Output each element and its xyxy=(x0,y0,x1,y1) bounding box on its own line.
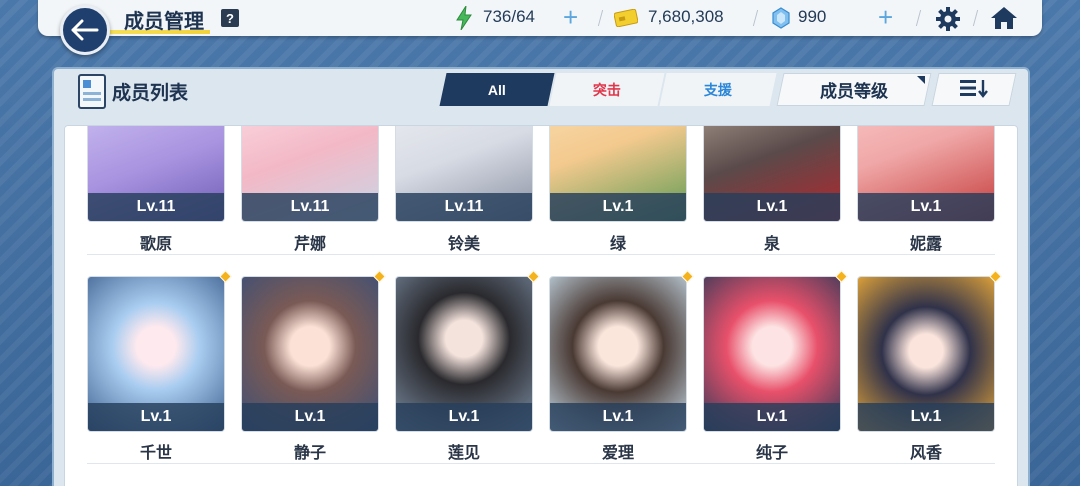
member-level: Lv.11 xyxy=(88,193,224,221)
member-level: Lv.11 xyxy=(242,193,378,221)
member-level: Lv.11 xyxy=(396,193,532,221)
member-name: 绿 xyxy=(609,236,626,253)
tab-support[interactable]: 支援 xyxy=(659,73,777,106)
add-gems-button[interactable]: + xyxy=(878,4,893,30)
member-card[interactable]: Lv.1 xyxy=(703,126,841,222)
gems-value: 990 xyxy=(798,7,827,26)
dropdown-indicator-icon xyxy=(917,76,925,84)
member-name: 莲见 xyxy=(447,445,480,462)
gear-icon[interactable] xyxy=(935,6,961,32)
lightning-icon xyxy=(456,6,472,30)
member-level: Lv.1 xyxy=(704,403,840,431)
member-card[interactable]: Lv.1 xyxy=(703,276,841,432)
member-name: 静子 xyxy=(293,445,326,462)
help-button[interactable]: ? xyxy=(221,9,239,27)
stamina-value: 736/64 xyxy=(483,7,535,26)
member-card[interactable]: Lv.1 xyxy=(857,276,995,432)
member-name: 歌原 xyxy=(139,236,172,253)
sort-descending-icon xyxy=(960,80,988,98)
member-card[interactable]: Lv.11 xyxy=(395,126,533,222)
member-name: 妮露 xyxy=(909,236,942,253)
tab-all[interactable]: All xyxy=(439,73,555,106)
member-name: 铃美 xyxy=(447,236,480,253)
sort-order-button[interactable] xyxy=(931,73,1017,106)
back-button[interactable] xyxy=(60,5,110,55)
credit-card-icon xyxy=(614,9,638,27)
member-card[interactable]: Lv.1 xyxy=(87,276,225,432)
tab-strike[interactable]: 突击 xyxy=(549,73,665,106)
member-card[interactable]: Lv.1 xyxy=(395,276,533,432)
member-name: 风香 xyxy=(909,445,942,462)
member-name: 泉 xyxy=(763,236,780,253)
member-name: 千世 xyxy=(139,445,172,462)
page-title: 成员管理 xyxy=(124,11,204,33)
row-divider xyxy=(87,463,995,464)
home-icon[interactable] xyxy=(990,5,1018,31)
member-name: 爱理 xyxy=(601,445,634,462)
member-level: Lv.1 xyxy=(88,403,224,431)
member-level: Lv.1 xyxy=(396,403,532,431)
sort-dropdown[interactable]: 成员等级 xyxy=(776,73,932,106)
member-name: 芹娜 xyxy=(293,236,326,253)
member-level: Lv.1 xyxy=(704,193,840,221)
member-level: Lv.1 xyxy=(550,193,686,221)
member-level: Lv.1 xyxy=(858,403,994,431)
gem-icon xyxy=(772,7,790,29)
member-card[interactable]: Lv.11 xyxy=(87,126,225,222)
member-level: Lv.1 xyxy=(858,193,994,221)
member-grid[interactable]: Lv.11 Lv.11 Lv.11 Lv.1 Lv.1 Lv.1 歌原 芹娜 铃 xyxy=(64,125,1018,486)
row-divider xyxy=(87,254,995,255)
member-list-icon xyxy=(78,74,106,109)
credits-value: 7,680,308 xyxy=(648,7,724,26)
member-level: Lv.1 xyxy=(550,403,686,431)
member-list-title: 成员列表 xyxy=(112,83,189,104)
member-card[interactable]: Lv.1 xyxy=(241,276,379,432)
member-card[interactable]: Lv.11 xyxy=(241,126,379,222)
add-stamina-button[interactable]: + xyxy=(563,4,578,30)
member-card[interactable]: Lv.1 xyxy=(549,276,687,432)
member-card[interactable]: Lv.1 xyxy=(857,126,995,222)
member-name: 纯子 xyxy=(755,445,788,462)
arrow-left-icon xyxy=(71,19,99,41)
member-level: Lv.1 xyxy=(242,403,378,431)
member-card[interactable]: Lv.1 xyxy=(549,126,687,222)
